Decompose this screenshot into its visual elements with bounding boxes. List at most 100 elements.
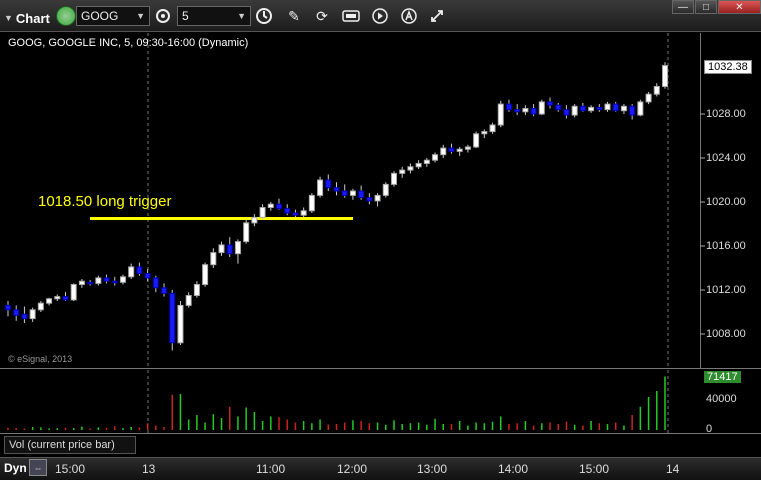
candle-body (185, 295, 192, 306)
candle-body (37, 302, 44, 311)
candle-body (407, 166, 414, 171)
candle-body (596, 106, 603, 111)
candle-body (399, 169, 406, 174)
chart-title: GOOG, GOOGLE INC, 5, 09:30-16:00 (Dynami… (8, 37, 249, 49)
time-label: 13:00 (417, 462, 448, 476)
candle-body (645, 93, 652, 103)
copyright-text: © eSignal, 2013 (8, 354, 73, 364)
candle-body (448, 147, 455, 152)
volume-tick: 0 (706, 423, 713, 435)
price-tick: 1028.00 (706, 108, 746, 120)
chart-canvas (5, 33, 705, 433)
candle-body (21, 313, 28, 320)
candle-body (637, 101, 644, 116)
candle-body (251, 216, 258, 224)
candle-body (571, 105, 578, 116)
candle-body (423, 159, 430, 164)
candle-body (662, 65, 668, 87)
candle-body (440, 147, 447, 156)
candle-body (62, 296, 69, 301)
candle-body (128, 266, 135, 278)
candle-body (349, 190, 356, 196)
candle-body (177, 304, 184, 344)
candle-body (563, 109, 570, 116)
candle-body (308, 194, 315, 212)
candle-body (46, 298, 53, 304)
candle-body (136, 266, 143, 274)
candle-body (325, 179, 332, 189)
candle-body (210, 252, 217, 266)
time-label: 14:00 (498, 462, 529, 476)
candle-body (473, 133, 480, 148)
candle-body (152, 277, 159, 289)
candle-body (530, 108, 537, 115)
candle-body (13, 309, 20, 316)
candle-body (620, 105, 627, 112)
candle-body (653, 86, 660, 95)
candle-body (193, 284, 200, 296)
candle-body (87, 281, 94, 285)
candle-body (612, 103, 619, 112)
candle-body (514, 109, 521, 113)
candle-body (555, 104, 562, 111)
candle-body (276, 203, 283, 210)
candle-body (144, 273, 151, 279)
candle-body (78, 280, 85, 286)
candle-body (54, 296, 61, 300)
candle-body (284, 208, 291, 214)
candle-body (341, 190, 348, 196)
candle-body (234, 241, 241, 255)
candle-body (538, 101, 545, 115)
candle-body (161, 287, 168, 294)
candle-body (374, 194, 381, 202)
candle-body (29, 309, 36, 320)
candle-body (70, 284, 77, 301)
price-tick: 1024.00 (706, 152, 746, 164)
candle-body (95, 277, 102, 284)
candle-body (202, 264, 209, 286)
price-tick: 1008.00 (706, 328, 746, 340)
candle-body (579, 105, 586, 112)
candle-body (464, 146, 471, 150)
candle-body (382, 183, 389, 196)
price-tick: 1016.00 (706, 240, 746, 252)
price-tick: 1012.00 (706, 284, 746, 296)
volume-study-label[interactable]: Vol (current price bar) (4, 436, 136, 454)
panel-divider[interactable] (0, 368, 761, 369)
time-label: 15:00 (579, 462, 610, 476)
candle-body (390, 172, 397, 185)
candle-body (300, 210, 307, 216)
time-axis[interactable] (0, 457, 761, 480)
candle-body (481, 131, 488, 135)
panel-divider[interactable] (0, 433, 761, 434)
candle-body (333, 187, 340, 192)
candle-body (415, 163, 422, 168)
candle-body (103, 277, 110, 282)
last-price-label: 1032.38 (704, 60, 752, 74)
candle-body (588, 106, 595, 112)
candle-body (505, 103, 512, 111)
candle-body (522, 108, 529, 113)
candle-body (432, 154, 439, 161)
time-label: 11:00 (256, 462, 286, 476)
candle-body (456, 148, 463, 152)
time-label: 14 (666, 462, 680, 476)
candle-body (629, 105, 636, 116)
time-label: 12:00 (337, 462, 368, 476)
candle-body (5, 304, 11, 311)
candle-body (547, 101, 554, 106)
candle-body (489, 124, 496, 133)
candle-body (604, 103, 611, 111)
time-label: 15:00 (55, 462, 86, 476)
candle-body (497, 103, 504, 126)
candle-body (267, 203, 274, 208)
scale-icon[interactable]: ⇔ (29, 459, 47, 476)
trigger-annotation: 1018.50 long trigger (38, 193, 172, 210)
candle-body (218, 244, 225, 254)
candle-body (111, 280, 118, 284)
candle-body (358, 190, 365, 199)
candle-body (226, 244, 233, 255)
volume-tick: 40000 (706, 393, 737, 405)
time-mode-label[interactable]: Dyn (4, 461, 27, 475)
candle-body (243, 222, 250, 243)
